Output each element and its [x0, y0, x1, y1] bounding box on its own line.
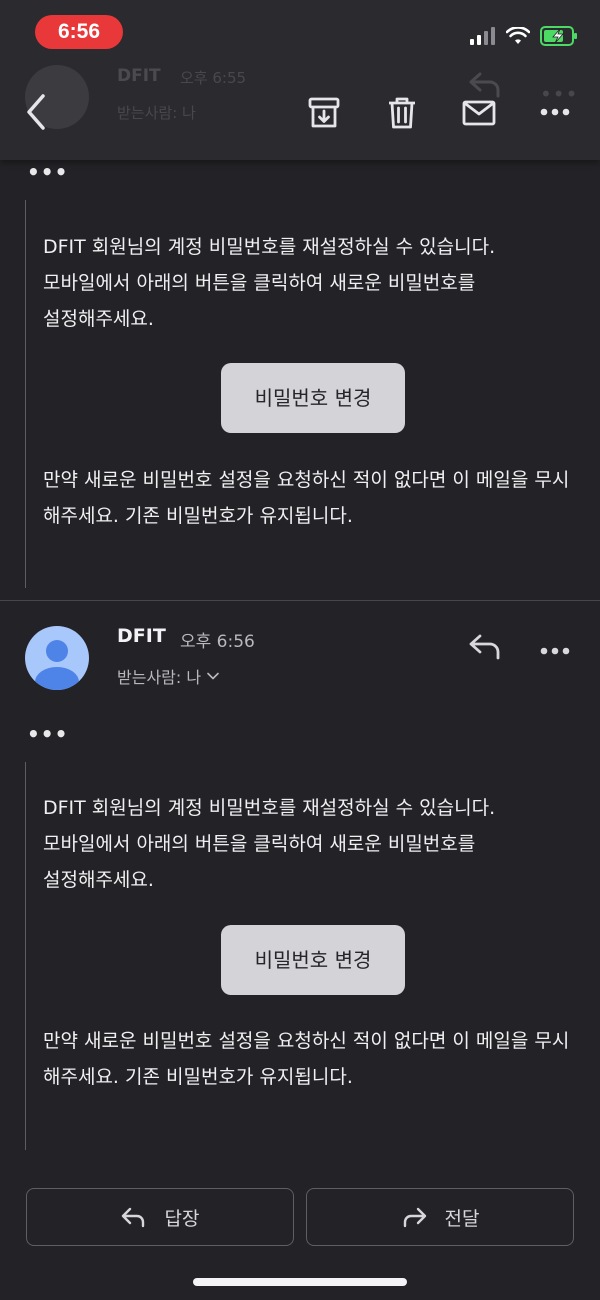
ghost-sender: DFIT	[117, 66, 161, 86]
top-toolbar: DFIT 오후 6:55 받는사람: 나 •••	[0, 62, 600, 160]
message-divider	[0, 600, 600, 601]
body-line: 모바일에서 아래의 버튼을 클릭하여 새로운 비밀번호를 설정해주세요.	[43, 833, 476, 891]
reply-button[interactable]	[468, 632, 502, 660]
reply-label: 답장	[164, 1207, 200, 1230]
archive-icon	[308, 97, 340, 128]
avatar[interactable]	[25, 626, 89, 690]
forward-label: 전달	[444, 1207, 480, 1230]
recipient-details-toggle[interactable]: 받는사람: 나	[117, 664, 219, 688]
more-icon	[540, 108, 570, 116]
status-bar: 6:56	[0, 0, 600, 62]
reply-icon	[469, 634, 500, 660]
mark-unread-button[interactable]	[458, 94, 500, 132]
status-icons	[470, 24, 578, 48]
battery-charging-icon	[540, 26, 577, 46]
chevron-down-icon	[207, 672, 219, 680]
recipient-label: 받는사람: 나	[117, 668, 202, 687]
show-trimmed-content-button[interactable]: •••	[27, 160, 68, 184]
reply-icon	[121, 1207, 144, 1228]
wifi-icon	[506, 27, 530, 44]
body-line: DFIT 회원님의 계정 비밀번호를 재설정하실 수 있습니다.	[43, 236, 496, 258]
forward-icon	[403, 1207, 426, 1228]
message-time: 오후 6:56	[180, 632, 255, 652]
change-password-button[interactable]: 비밀번호 변경	[221, 925, 405, 995]
home-indicator[interactable]	[193, 1278, 407, 1286]
status-time[interactable]: 6:56	[35, 15, 123, 49]
more-icon	[540, 647, 570, 655]
forward-bottom-button[interactable]: 전달	[306, 1188, 574, 1246]
notice-text: 만약 새로운 비밀번호 설정을 요청하신 적이 없다면 이 메일을 무시해주세요…	[43, 469, 570, 527]
reply-bottom-button[interactable]: 답장	[26, 1188, 294, 1246]
mail-icon	[462, 100, 496, 126]
archive-button[interactable]	[303, 92, 345, 134]
notice-text: 만약 새로운 비밀번호 설정을 요청하신 적이 없다면 이 메일을 무시해주세요…	[43, 1030, 570, 1088]
back-button[interactable]	[20, 92, 52, 132]
signal-icon	[470, 27, 495, 45]
sender-name[interactable]: DFIT	[117, 625, 166, 647]
change-password-button[interactable]: 비밀번호 변경	[221, 363, 405, 433]
delete-button[interactable]	[383, 92, 421, 134]
back-icon	[27, 94, 45, 130]
trash-icon	[389, 97, 415, 129]
message-body: DFIT 회원님의 계정 비밀번호를 재설정하실 수 있습니다. 모바일에서 아…	[43, 229, 583, 337]
default-avatar-icon	[35, 640, 79, 690]
ghost-recipient: 받는사람: 나	[117, 104, 196, 122]
show-trimmed-content-button[interactable]: •••	[27, 722, 68, 746]
body-line: DFIT 회원님의 계정 비밀번호를 재설정하실 수 있습니다.	[43, 797, 496, 819]
body-line: 모바일에서 아래의 버튼을 클릭하여 새로운 비밀번호를 설정해주세요.	[43, 272, 476, 330]
message-more-button[interactable]	[540, 640, 570, 655]
ghost-time: 오후 6:55	[180, 69, 247, 87]
message-body: DFIT 회원님의 계정 비밀번호를 재설정하실 수 있습니다. 모바일에서 아…	[43, 790, 583, 898]
more-options-button[interactable]	[538, 102, 572, 122]
